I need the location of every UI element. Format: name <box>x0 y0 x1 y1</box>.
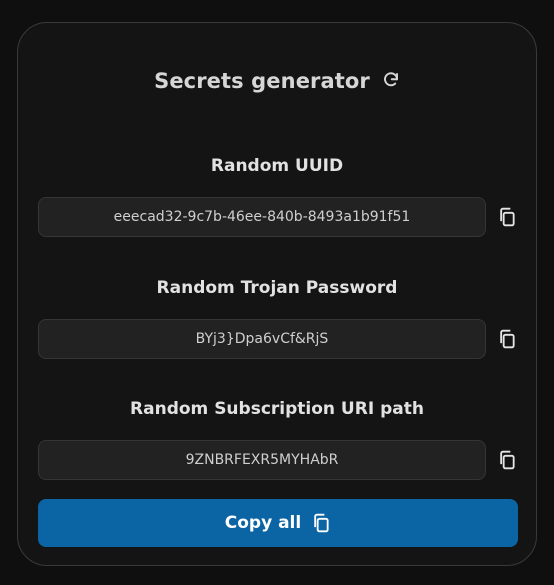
copy-icon <box>311 513 331 533</box>
copy-all-button[interactable]: Copy all <box>38 499 518 547</box>
uuid-label: Random UUID <box>210 156 344 176</box>
refresh-icon[interactable] <box>382 71 400 89</box>
copy-uuid-icon[interactable] <box>496 206 518 228</box>
subscription-path-label: Random Subscription URI path <box>130 399 424 419</box>
trojan-password-field[interactable]: BYj3}Dpa6vCf&RjS <box>38 319 486 359</box>
trojan-password-label: Random Trojan Password <box>156 278 398 298</box>
uuid-field[interactable]: eeecad32-9c7b-46ee-840b-8493a1b91f51 <box>38 197 486 237</box>
copy-subscription-path-icon[interactable] <box>496 449 518 471</box>
subscription-path-field[interactable]: 9ZNBRFEXR5MYHAbR <box>38 440 486 480</box>
page-title: Secrets generator <box>154 69 370 93</box>
header: Secrets generator <box>18 69 536 93</box>
copy-all-label: Copy all <box>224 513 302 533</box>
copy-trojan-password-icon[interactable] <box>496 328 518 350</box>
secrets-generator-card: Secrets generator Random UUID eeecad32-9… <box>17 22 537 566</box>
